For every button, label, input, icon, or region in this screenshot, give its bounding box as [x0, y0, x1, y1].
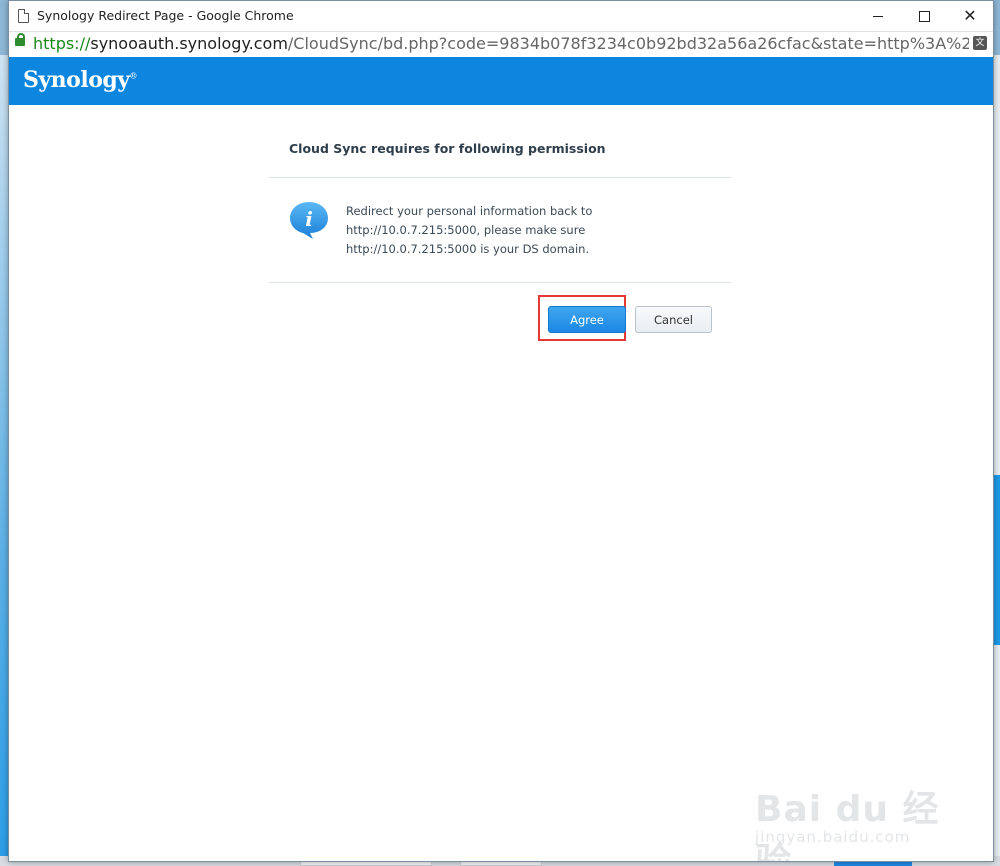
- svg-text:i: i: [305, 207, 313, 231]
- url-host: synooauth.synology.com: [90, 34, 288, 53]
- maximize-button[interactable]: [901, 1, 947, 31]
- title-bar[interactable]: Synology Redirect Page - Google Chrome ✕: [9, 1, 993, 31]
- watermark-logo: Bai du 经验: [755, 789, 940, 862]
- window-title: Synology Redirect Page - Google Chrome: [37, 8, 294, 23]
- cancel-button[interactable]: Cancel: [635, 306, 712, 333]
- translate-icon[interactable]: 文: [973, 36, 987, 50]
- dialog-actions: Agree Cancel: [269, 283, 731, 353]
- minimize-button[interactable]: [855, 1, 901, 31]
- dialog-body: i Redirect your personal information bac…: [269, 178, 731, 283]
- synology-logo: Synology®: [23, 67, 138, 93]
- watermark-text: jingyan.baidu.com: [755, 828, 911, 846]
- message-line: http://10.0.7.215:5000, please make sure: [346, 223, 586, 237]
- message-line: http://10.0.7.215:5000 is your DS domain…: [346, 242, 590, 256]
- synology-logo-text: Synology: [23, 67, 130, 93]
- lock-icon[interactable]: [15, 33, 25, 46]
- dialog-message: Redirect your personal information back …: [346, 202, 646, 259]
- baidu-watermark: Bai du 经验 jingyan.baidu.com: [749, 778, 949, 861]
- synology-header: Synology®: [9, 57, 993, 105]
- close-button[interactable]: ✕: [947, 1, 993, 31]
- page-icon: [18, 9, 29, 23]
- page-content: Cloud Sync requires for following permis…: [9, 105, 993, 861]
- url-text[interactable]: https://synooauth.synology.com/CloudSync…: [33, 34, 969, 53]
- maximize-icon: [918, 11, 930, 22]
- minimize-icon: [873, 16, 883, 17]
- browser-window: Synology Redirect Page - Google Chrome ✕…: [8, 0, 994, 862]
- agree-button[interactable]: Agree: [548, 306, 626, 333]
- message-line: Redirect your personal information back …: [346, 204, 593, 218]
- url-scheme: https://: [33, 34, 91, 53]
- permission-dialog: Cloud Sync requires for following permis…: [269, 125, 731, 353]
- dialog-title: Cloud Sync requires for following permis…: [269, 125, 731, 178]
- url-path: /CloudSync/bd.php?code=9834b078f3234c0b9…: [287, 34, 969, 53]
- info-icon: i: [290, 202, 328, 239]
- address-bar[interactable]: https://synooauth.synology.com/CloudSync…: [9, 31, 993, 57]
- close-icon: ✕: [963, 6, 977, 25]
